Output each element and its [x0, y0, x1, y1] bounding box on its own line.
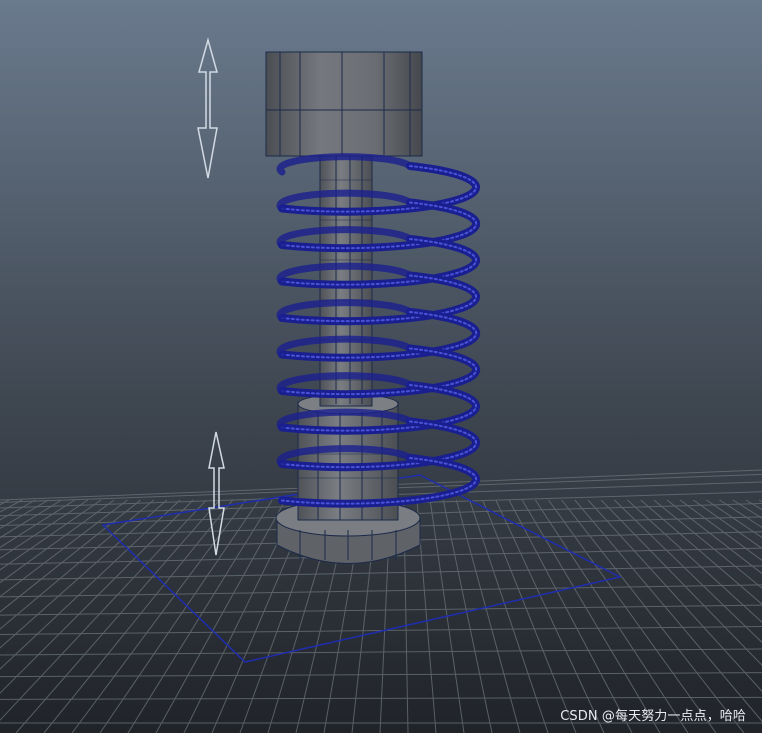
bolt-head — [265, 51, 423, 157]
bolt-shaft — [319, 149, 373, 407]
watermark-text: CSDN @每天努力一点点，哈哈 — [560, 709, 746, 724]
scene-canvas[interactable] — [0, 0, 762, 733]
3d-viewport[interactable]: CSDN @每天努力一点点，哈哈 — [0, 0, 762, 733]
